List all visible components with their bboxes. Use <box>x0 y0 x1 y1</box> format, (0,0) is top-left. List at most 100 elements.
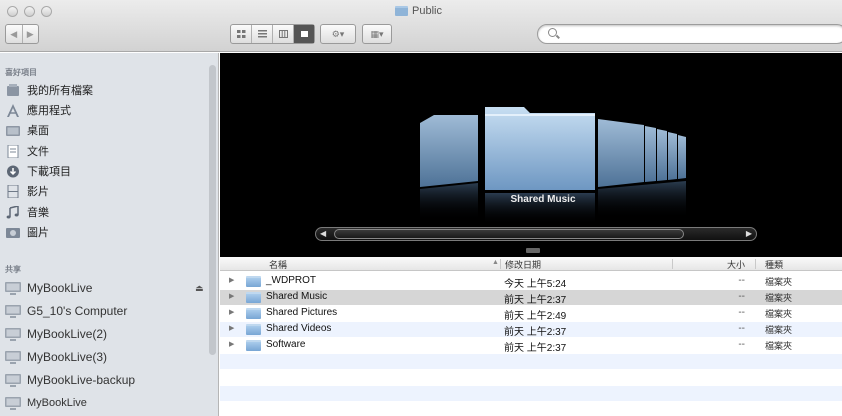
sidebar-item-mybooklive-backup[interactable]: MyBookLive-backup <box>5 370 210 390</box>
minimize-window-button[interactable] <box>24 6 35 17</box>
file-name: Shared Videos <box>266 323 332 334</box>
icon-view-button[interactable] <box>231 25 252 43</box>
file-list: ▶ _WDPROT 今天 上午5:24 -- 檔案夾 ▶ Shared Musi… <box>220 272 842 416</box>
folder-icon <box>246 292 261 303</box>
sidebar-item-documents[interactable]: 文件 <box>5 141 210 161</box>
file-kind: 檔案夾 <box>765 309 793 319</box>
column-divider[interactable] <box>755 259 756 269</box>
coverflow-scroll-left-icon[interactable]: ◀ <box>320 228 326 240</box>
view-mode-group <box>230 24 315 44</box>
coverflow-scroll-thumb[interactable] <box>334 229 684 239</box>
sort-ascending-icon: ▲ <box>492 259 499 266</box>
folder-icon <box>246 340 261 351</box>
sidebar-item-g5-computer[interactable]: G5_10's Computer <box>5 301 210 321</box>
folder-icon <box>246 324 261 335</box>
network-display-icon <box>5 350 21 364</box>
sidebar: 喜好項目 我的所有檔案 應用程式 桌面 文件 下載項目 影片 音樂 圖片 共享 … <box>0 53 219 416</box>
sidebar-item-label: MyBookLive <box>27 281 93 295</box>
column-divider[interactable] <box>500 259 501 269</box>
split-resize-handle[interactable] <box>526 248 540 253</box>
folder-icon <box>246 276 261 287</box>
sidebar-item-pictures[interactable]: 圖片 <box>5 222 210 242</box>
back-button[interactable]: ◀ <box>6 25 23 43</box>
sidebar-item-mybooklive-extra[interactable]: MyBookLive <box>5 393 210 413</box>
folder-icon <box>395 6 408 16</box>
disclosure-triangle-icon[interactable]: ▶ <box>229 324 234 332</box>
coverflow-folder-left[interactable] <box>420 115 478 221</box>
list-view-button[interactable] <box>252 25 273 43</box>
list-view-icon <box>257 30 267 38</box>
shared-heading: 共享 <box>5 265 21 274</box>
sidebar-item-movies[interactable]: 影片 <box>5 181 210 201</box>
column-view-button[interactable] <box>273 25 294 43</box>
file-name: Shared Pictures <box>266 307 338 318</box>
sidebar-item-label: 音樂 <box>27 207 49 219</box>
table-row[interactable]: ▶ _WDPROT 今天 上午5:24 -- 檔案夾 <box>220 274 842 290</box>
column-divider[interactable] <box>672 259 673 269</box>
coverflow-view-button[interactable] <box>294 25 314 43</box>
network-display-icon <box>5 281 21 295</box>
eject-icon[interactable]: ⏏ <box>195 283 204 294</box>
network-display-icon <box>5 327 21 341</box>
coverflow-scroll-right-icon[interactable]: ▶ <box>746 228 752 240</box>
zoom-window-button[interactable] <box>41 6 52 17</box>
arrange-menu-button[interactable]: ▦▾ <box>362 24 392 44</box>
search-field[interactable] <box>537 24 842 44</box>
downloads-icon <box>5 164 21 178</box>
sidebar-item-label: MyBookLive-backup <box>27 373 136 387</box>
disclosure-triangle-icon[interactable]: ▶ <box>229 292 234 300</box>
coverflow-folder-right-stack[interactable] <box>598 119 686 219</box>
favorites-heading: 喜好項目 <box>5 68 37 77</box>
disclosure-triangle-icon[interactable]: ▶ <box>229 308 234 316</box>
column-header-date[interactable]: 修改日期 <box>505 258 541 271</box>
finder-window: Public ◀ ▶ ⚙▾ ▦▾ 喜好項目 我的所有檔案 應用程式 桌面 文件 … <box>0 0 842 416</box>
disclosure-triangle-icon[interactable]: ▶ <box>229 276 234 284</box>
list-header: 名稱 ▲ 修改日期 大小 種類 <box>220 257 842 271</box>
table-row[interactable]: ▶ Shared Videos 前天 上午2:37 -- 檔案夾 <box>220 322 842 338</box>
sidebar-item-mybooklive[interactable]: MyBookLive ⏏ <box>5 278 210 298</box>
coverflow-view-icon <box>300 31 308 37</box>
sidebar-item-music[interactable]: 音樂 <box>5 202 210 222</box>
file-kind: 檔案夾 <box>765 277 793 287</box>
sidebar-item-all-files[interactable]: 我的所有檔案 <box>5 80 210 100</box>
sidebar-item-label: 文件 <box>27 146 49 158</box>
table-row[interactable]: ▶ Shared Pictures 前天 上午2:49 -- 檔案夾 <box>220 306 842 322</box>
empty-row <box>220 354 842 369</box>
documents-icon <box>5 144 21 158</box>
file-size: -- <box>738 323 745 334</box>
search-input[interactable] <box>562 27 832 41</box>
network-display-icon <box>5 373 21 387</box>
column-header-size[interactable]: 大小 <box>727 258 745 271</box>
action-menu-button[interactable]: ⚙▾ <box>320 24 356 44</box>
file-size: -- <box>738 307 745 318</box>
column-header-name[interactable]: 名稱 <box>269 258 287 271</box>
music-icon <box>5 205 21 219</box>
folder-icon <box>246 308 261 319</box>
sidebar-item-mybooklive-3[interactable]: MyBookLive(3) <box>5 347 210 367</box>
coverflow-scrollbar[interactable]: ◀ ▶ <box>315 227 757 241</box>
sidebar-item-label: MyBookLive(3) <box>27 350 108 364</box>
forward-button[interactable]: ▶ <box>23 25 39 43</box>
sidebar-item-mybooklive-2[interactable]: MyBookLive(2) <box>5 324 210 344</box>
sidebar-item-applications[interactable]: 應用程式 <box>5 100 210 120</box>
file-size: -- <box>738 275 745 286</box>
sidebar-item-label: MyBookLive <box>27 397 87 409</box>
applications-icon <box>5 103 21 117</box>
table-row[interactable]: ▶ Shared Music 前天 上午2:37 -- 檔案夾 <box>220 290 842 306</box>
sidebar-item-desktop[interactable]: 桌面 <box>5 120 210 140</box>
coverflow-folder-center[interactable] <box>485 107 595 225</box>
sidebar-scrollbar[interactable] <box>209 65 216 355</box>
icon-view-icon <box>236 30 245 38</box>
table-row[interactable]: ▶ Software 前天 上午2:37 -- 檔案夾 <box>220 338 842 354</box>
disclosure-triangle-icon[interactable]: ▶ <box>229 340 234 348</box>
sidebar-item-downloads[interactable]: 下載項目 <box>5 161 210 181</box>
window-title-text: Public <box>412 5 442 17</box>
empty-row <box>220 386 842 401</box>
coverflow-pane: Shared Music ◀ ▶ <box>220 53 842 260</box>
all-files-icon <box>5 83 21 97</box>
search-icon <box>548 28 557 37</box>
pictures-icon <box>5 225 21 239</box>
sidebar-item-label: 圖片 <box>27 227 49 239</box>
close-window-button[interactable] <box>7 6 18 17</box>
column-header-kind[interactable]: 種類 <box>765 258 783 271</box>
